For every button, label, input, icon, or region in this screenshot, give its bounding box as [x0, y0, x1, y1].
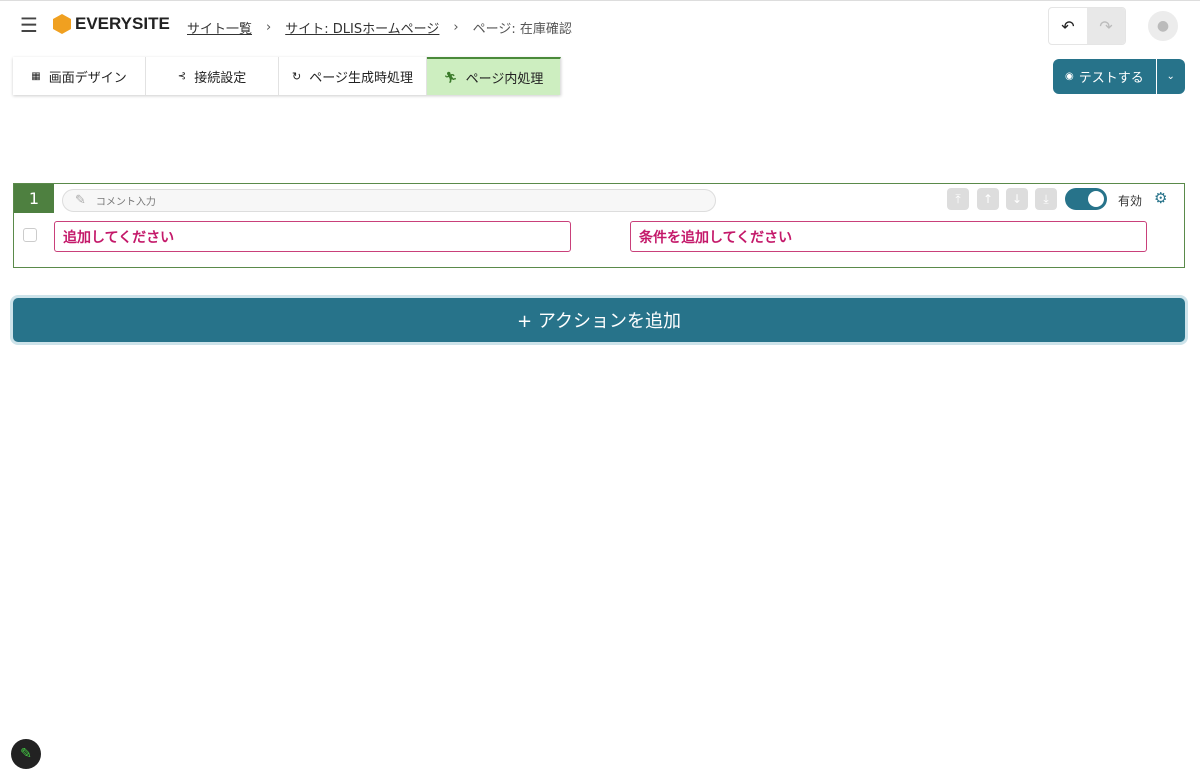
- pencil-icon: ✎: [75, 193, 86, 208]
- breadcrumb-site-list[interactable]: サイト一覧: [187, 18, 252, 37]
- move-bottom-icon[interactable]: ⤓: [1035, 188, 1057, 210]
- test-button[interactable]: ◉ テストする: [1053, 59, 1157, 94]
- move-up-icon[interactable]: ↑: [977, 188, 999, 210]
- eye-icon: ◉: [1065, 71, 1074, 82]
- enabled-toggle[interactable]: [1065, 188, 1107, 210]
- action-field[interactable]: 追加してください: [54, 221, 571, 252]
- breadcrumb-current: ページ: 在庫確認: [472, 22, 572, 37]
- undo-redo-group: ↶ ↷: [1048, 7, 1126, 45]
- tab-page-generation[interactable]: ↻ ページ生成時処理: [279, 57, 427, 95]
- enabled-label: 有効: [1118, 194, 1143, 208]
- action-checkbox[interactable]: [23, 228, 37, 242]
- condition-field[interactable]: 条件を追加してください: [630, 221, 1147, 252]
- tab-connection-settings[interactable]: ⊰ 接続設定: [146, 57, 279, 95]
- edit-pen-icon[interactable]: ✎: [11, 739, 41, 769]
- add-action-button[interactable]: + アクションを追加: [13, 298, 1185, 342]
- avatar[interactable]: ●: [1148, 11, 1178, 41]
- action-number: 1: [14, 184, 54, 213]
- tab-screen-design[interactable]: ▦ 画面デザイン: [13, 57, 146, 95]
- breadcrumb-site[interactable]: サイト: DLISホームページ: [285, 18, 439, 37]
- move-down-icon[interactable]: ↓: [1006, 188, 1028, 210]
- logo-cube-icon: [53, 14, 71, 34]
- chevron-right-icon: ›: [453, 20, 459, 35]
- undo-button[interactable]: ↶: [1049, 8, 1087, 44]
- chevron-right-icon: ›: [266, 20, 272, 35]
- hamburger-menu-icon[interactable]: ☰: [20, 13, 38, 37]
- running-icon: 🏃︎: [443, 70, 458, 84]
- connection-icon: ⊰: [177, 70, 187, 82]
- action-card: 1 ✎ コメント入力 ⤒ ↑ ↓ ⤓ 有効 ⚙ 追加してください 条件を追加してく…: [13, 183, 1185, 268]
- redo-button[interactable]: ↷: [1087, 8, 1125, 44]
- logo[interactable]: EVERYSITE: [53, 14, 170, 34]
- test-dropdown-button[interactable]: ⌄: [1157, 59, 1185, 94]
- layout-icon: ▦: [31, 70, 41, 82]
- breadcrumb: サイト一覧 › サイト: DLISホームページ › ページ: 在庫確認: [187, 18, 572, 37]
- comment-input[interactable]: ✎ コメント入力: [62, 189, 716, 212]
- test-button-group: ◉ テストする ⌄: [1053, 59, 1185, 94]
- move-top-icon[interactable]: ⤒: [947, 188, 969, 210]
- refresh-icon: ↻: [292, 69, 302, 83]
- tab-bar: ▦ 画面デザイン ⊰ 接続設定 ↻ ページ生成時処理 🏃︎ ページ内処理: [13, 57, 561, 95]
- tab-page-processing[interactable]: 🏃︎ ページ内処理: [427, 57, 561, 95]
- gear-icon[interactable]: ⚙: [1154, 189, 1167, 207]
